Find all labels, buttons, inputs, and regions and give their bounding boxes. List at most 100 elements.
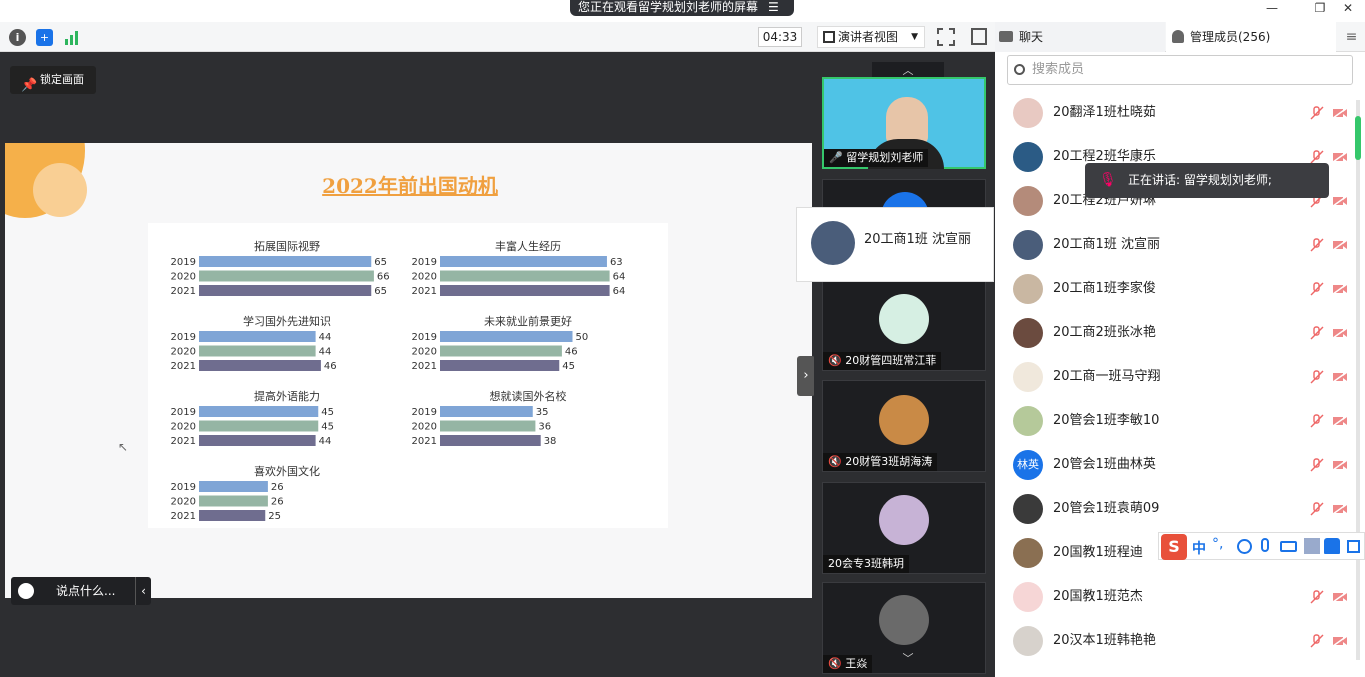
video-tile[interactable]: 🔇 20财管3班胡海涛: [822, 380, 986, 472]
restore-icon[interactable]: ❐: [1308, 0, 1332, 18]
member-row[interactable]: 20工商1班 沈宣丽: [1007, 223, 1352, 267]
camera-off-icon[interactable]: [1332, 459, 1348, 471]
video-label-text: 20会专3班韩玥: [828, 557, 904, 570]
year-tick-label: 2019: [412, 407, 437, 418]
avatar: [1013, 582, 1043, 612]
menu-icon[interactable]: ☰: [768, 0, 779, 14]
camera-off-icon[interactable]: [1332, 195, 1348, 207]
camera-off-icon[interactable]: [1332, 503, 1348, 515]
camera-off-icon[interactable]: [1332, 415, 1348, 427]
video-label: 🔇 王焱: [823, 655, 873, 673]
member-row[interactable]: 20国教1班范杰: [1007, 575, 1352, 619]
ime-lang-toggle[interactable]: 中: [1192, 538, 1206, 558]
member-row[interactable]: 20管会1班李敏10: [1007, 399, 1352, 443]
chart-bar: [199, 285, 372, 296]
camera-off-icon[interactable]: [1332, 635, 1348, 647]
mic-off-icon[interactable]: [1310, 458, 1324, 472]
mic-off-icon[interactable]: [1310, 150, 1324, 164]
member-row[interactable]: 20工商2班张冰艳: [1007, 311, 1352, 355]
scroll-down-icon[interactable]: ﹀: [872, 650, 944, 668]
video-tile-presenter[interactable]: 🎤 留学规划刘老师: [822, 77, 986, 169]
video-tile[interactable]: 🔇 20财管四班常江菲: [822, 281, 986, 371]
member-popup-card[interactable]: 20工商1班 沈宣丽: [796, 207, 994, 282]
bar-value-label: 65: [374, 257, 387, 268]
speaker-view-label: 演讲者视图: [838, 30, 899, 44]
tab-members[interactable]: 管理成员(256): [1166, 22, 1336, 52]
mic-off-icon[interactable]: [1310, 370, 1324, 384]
camera-off-icon[interactable]: [1332, 327, 1348, 339]
fullscreen-icon[interactable]: [937, 28, 955, 46]
avatar: [1013, 186, 1043, 216]
camera-off-icon[interactable]: [1332, 371, 1348, 383]
member-search-input[interactable]: 搜索成员: [1007, 55, 1353, 85]
mic-off-icon[interactable]: [1310, 326, 1324, 340]
voice-icon[interactable]: [1261, 538, 1269, 552]
emoji-icon[interactable]: [18, 583, 34, 599]
member-row[interactable]: 林英 20管会1班曲林英: [1007, 443, 1352, 487]
menu-icon[interactable]: ≡: [1338, 22, 1365, 52]
mic-off-icon[interactable]: [1310, 106, 1324, 120]
mic-off-icon[interactable]: [1310, 590, 1324, 604]
member-name: 20工商一班马守翔: [1053, 369, 1161, 384]
chart-panel: 拓展国际视野 2019 65 2020 66 2021 65 丰富人生经历 2019 63 2020…: [148, 223, 668, 528]
shield-icon[interactable]: +: [36, 29, 53, 46]
tab-chat-label: 聊天: [1019, 30, 1044, 44]
year-tick-label: 2020: [412, 347, 437, 358]
user-icon[interactable]: [1304, 538, 1320, 554]
chart-group-title: 拓展国际视野: [254, 239, 320, 253]
year-tick-label: 2019: [171, 482, 196, 493]
scrollbar-thumb[interactable]: [1355, 116, 1361, 160]
keyboard-icon[interactable]: [1280, 541, 1297, 552]
member-name: 20工商1班李家俊: [1053, 281, 1156, 296]
member-row[interactable]: 20汉本1班韩艳艳: [1007, 619, 1352, 663]
punctuation-icon[interactable]: °,: [1212, 536, 1223, 552]
info-icon[interactable]: i: [9, 29, 26, 46]
camera-off-icon[interactable]: [1332, 151, 1348, 163]
camera-off-icon[interactable]: [1332, 107, 1348, 119]
chart-group: 丰富人生经历 2019 63 2020 64 2021 64: [412, 239, 626, 297]
collapse-chevron-icon[interactable]: ‹: [135, 577, 151, 605]
sogou-logo-icon[interactable]: S: [1161, 534, 1187, 560]
member-name: 20工商1班 沈宣丽: [1053, 237, 1160, 252]
close-icon[interactable]: ✕: [1336, 0, 1360, 18]
member-row[interactable]: 20工商1班李家俊: [1007, 267, 1352, 311]
chat-icon: [999, 31, 1013, 42]
scrollbar[interactable]: [1354, 100, 1362, 660]
year-tick-label: 2020: [171, 497, 196, 508]
mic-off-icon[interactable]: [1310, 414, 1324, 428]
member-name: 20国教1班范杰: [1053, 589, 1143, 604]
mic-off-icon[interactable]: [1310, 502, 1324, 516]
toolbox-icon[interactable]: [1347, 540, 1360, 553]
member-row[interactable]: 20工商一班马守翔: [1007, 355, 1352, 399]
expand-panel-icon[interactable]: ›: [797, 356, 815, 396]
avatar: [1013, 274, 1043, 304]
comment-bar[interactable]: 说点什么... ‹: [11, 577, 151, 605]
member-row[interactable]: 20管会1班袁萌09: [1007, 487, 1352, 531]
comment-input[interactable]: 说点什么...: [56, 577, 115, 605]
mic-off-icon[interactable]: [1310, 238, 1324, 252]
camera-off-icon[interactable]: [1332, 283, 1348, 295]
tab-chat[interactable]: 聊天: [995, 22, 1165, 52]
panel-toggle-icon[interactable]: [971, 28, 987, 45]
member-row[interactable]: 20翻泽1班杜晓茹: [1007, 91, 1352, 135]
emoji-icon[interactable]: [1237, 539, 1252, 554]
speaker-view-dropdown[interactable]: 演讲者视图 ▼: [817, 26, 925, 48]
avatar: [1013, 406, 1043, 436]
mic-off-icon[interactable]: [1310, 282, 1324, 296]
camera-off-icon[interactable]: [1332, 591, 1348, 603]
year-tick-label: 2020: [412, 422, 437, 433]
lock-screen-button[interactable]: 📌 锁定画面: [10, 66, 96, 94]
speaking-toast: 🎙 正在讲话: 留学规划刘老师;: [1085, 163, 1329, 198]
mic-off-icon[interactable]: [1310, 634, 1324, 648]
camera-off-icon[interactable]: [1332, 239, 1348, 251]
chart-group: 未来就业前景更好 2019 50 2020 46 2021 45: [412, 314, 589, 372]
video-label: 20会专3班韩玥: [823, 555, 909, 573]
video-tile[interactable]: 20会专3班韩玥: [822, 482, 986, 574]
bar-value-label: 66: [377, 272, 390, 283]
skin-icon[interactable]: [1324, 538, 1340, 554]
ime-toolbar[interactable]: S 中 °,: [1158, 532, 1365, 560]
chart-bar: [199, 420, 319, 432]
avatar: [1013, 362, 1043, 392]
signal-icon[interactable]: [64, 30, 80, 45]
minimize-icon[interactable]: —: [1260, 0, 1284, 18]
